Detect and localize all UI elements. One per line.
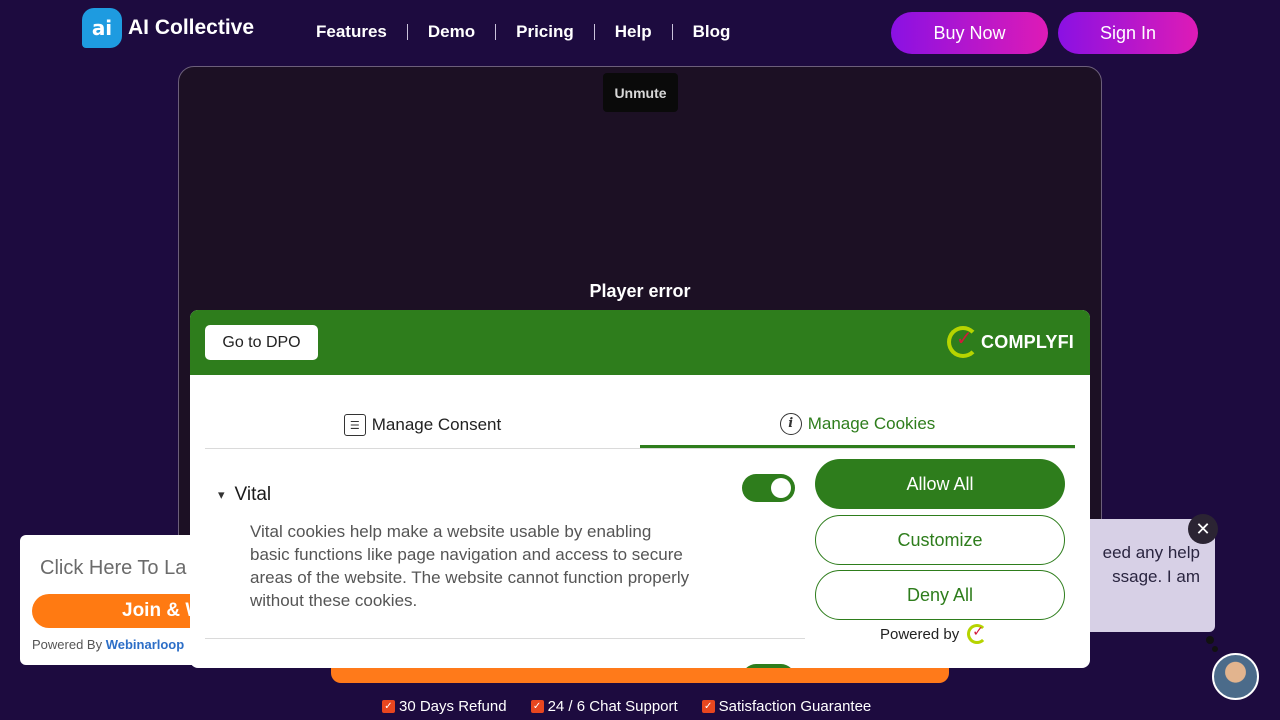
cookie-consent-modal: Go to DPO COMPLYFI ☰ Manage Consent i Ma… bbox=[190, 310, 1090, 668]
guarantee-item: ✓ 24 / 6 Chat Support bbox=[530, 698, 678, 715]
vital-toggle[interactable] bbox=[742, 474, 795, 502]
unmute-button[interactable]: Unmute bbox=[603, 73, 678, 112]
chevron-down-icon: ▾ bbox=[218, 487, 225, 502]
nav-blog[interactable]: Blog bbox=[673, 22, 751, 42]
cookie-section-vital-header[interactable]: ▾ Vital bbox=[218, 484, 271, 506]
logo-text: AI Collective bbox=[128, 16, 255, 39]
checklist-icon: ☰ bbox=[343, 414, 366, 436]
go-to-dpo-button[interactable]: Go to DPO bbox=[205, 325, 318, 360]
main-nav: Features Demo Pricing Help Blog bbox=[296, 22, 750, 42]
cookie-section-description: Vital cookies help make a website usable… bbox=[250, 522, 690, 610]
nav-features[interactable]: Features bbox=[296, 22, 407, 42]
webinar-join-button[interactable]: Join & W bbox=[32, 594, 200, 628]
powered-by-complyfi: Powered by bbox=[880, 623, 988, 644]
webinar-title: Click Here To La bbox=[40, 557, 187, 579]
next-section-toggle[interactable] bbox=[742, 664, 795, 668]
deny-all-button[interactable]: Deny All bbox=[815, 570, 1065, 620]
chat-tail-dot bbox=[1212, 646, 1218, 652]
chat-tail-dot bbox=[1206, 636, 1214, 644]
site-logo[interactable]: ai AI Collective bbox=[82, 8, 254, 48]
modal-header: Go to DPO COMPLYFI bbox=[190, 310, 1090, 375]
webinar-powered-prefix: Powered By bbox=[32, 637, 106, 652]
tab-manage-cookies[interactable]: i Manage Cookies bbox=[640, 402, 1075, 448]
buy-now-button[interactable]: Buy Now bbox=[891, 12, 1048, 54]
guarantee-label: 24 / 6 Chat Support bbox=[547, 698, 678, 715]
guarantee-label: 30 Days Refund bbox=[399, 698, 507, 715]
tab-label: Manage Cookies bbox=[807, 413, 936, 433]
info-icon: i bbox=[779, 412, 802, 435]
chat-avatar[interactable] bbox=[1212, 653, 1259, 700]
guarantee-item: ✓ 30 Days Refund bbox=[382, 698, 507, 715]
complyfi-brand: COMPLYFI bbox=[981, 331, 1074, 352]
section-divider bbox=[205, 638, 805, 639]
guarantee-item: ✓ Satisfaction Guarantee bbox=[701, 698, 872, 715]
tab-label: Manage Consent bbox=[371, 415, 502, 434]
nav-pricing[interactable]: Pricing bbox=[496, 22, 594, 42]
allow-all-button[interactable]: Allow All bbox=[815, 459, 1065, 509]
cookie-section-title: Vital bbox=[234, 484, 272, 505]
customize-button[interactable]: Customize bbox=[815, 515, 1065, 565]
complyfi-check-icon[interactable] bbox=[967, 623, 988, 644]
complyfi-check-icon bbox=[947, 326, 980, 358]
nav-demo[interactable]: Demo bbox=[408, 22, 495, 42]
tab-manage-consent[interactable]: ☰ Manage Consent bbox=[205, 402, 640, 448]
logo-mark-icon: ai bbox=[82, 8, 122, 48]
sign-in-button[interactable]: Sign In bbox=[1058, 12, 1198, 54]
guarantees-list: ✓ 30 Days Refund ✓ 24 / 6 Chat Support ✓… bbox=[382, 698, 871, 715]
checkbox-checked-icon: ✓ bbox=[530, 700, 544, 713]
webinar-powered-by: Powered By Webinarloop bbox=[32, 637, 184, 652]
close-icon[interactable]: ✕ bbox=[1188, 514, 1218, 544]
webinar-widget[interactable]: Click Here To La Join & W Powered By Web… bbox=[20, 535, 200, 665]
guarantee-label: Satisfaction Guarantee bbox=[718, 698, 872, 715]
powered-by-label: Powered by bbox=[880, 625, 960, 643]
nav-help[interactable]: Help bbox=[595, 22, 672, 42]
consent-tabs: ☰ Manage Consent i Manage Cookies bbox=[205, 402, 1075, 449]
player-error-message: Player error bbox=[589, 281, 691, 301]
webinar-powered-brand[interactable]: Webinarloop bbox=[106, 637, 184, 652]
checkbox-checked-icon: ✓ bbox=[382, 700, 395, 713]
checkbox-checked-icon: ✓ bbox=[701, 700, 715, 713]
complyfi-logo: COMPLYFI bbox=[947, 326, 1074, 358]
